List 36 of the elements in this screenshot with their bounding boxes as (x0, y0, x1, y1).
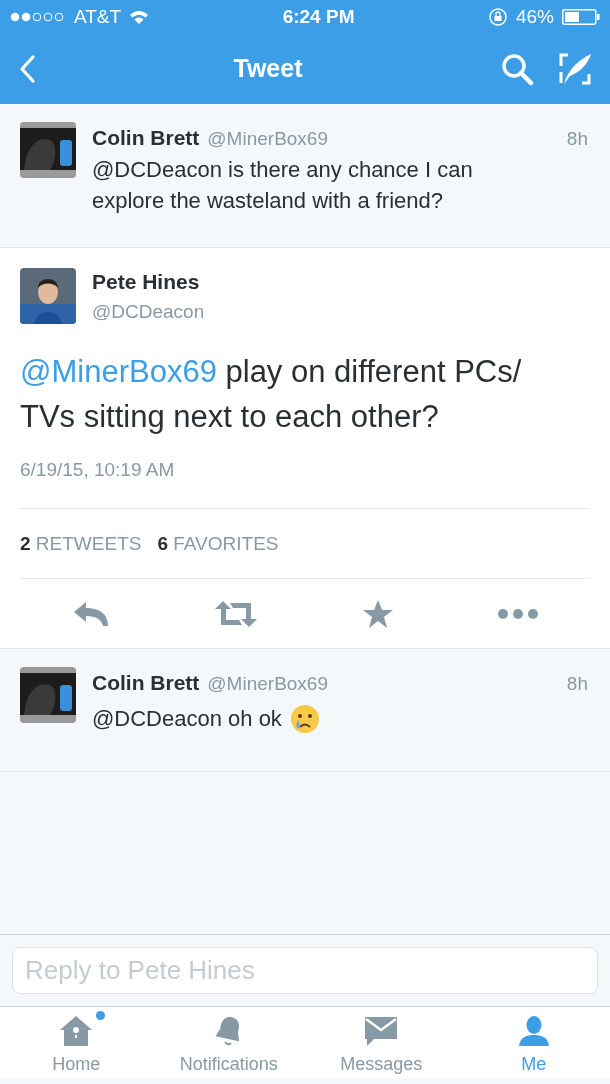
reply-field[interactable]: Reply to Pete Hines (12, 947, 598, 995)
author-handle[interactable]: @MinerBox69 (207, 670, 328, 699)
author-name[interactable]: Pete Hines (92, 266, 205, 298)
person-icon (516, 1015, 551, 1048)
tab-button[interactable]: Me (457, 1007, 610, 1079)
wifi-icon (129, 9, 150, 25)
tweet-time: 8h (566, 672, 588, 697)
author-name[interactable]: Colin Brett (92, 122, 200, 154)
tweet-text: @DCDeacon oh ok (92, 704, 282, 733)
author-handle[interactable]: @MinerBox69 (207, 125, 328, 154)
stat-link[interactable]: 2 RETWEETS (20, 529, 142, 559)
envelope-icon (364, 1015, 399, 1048)
tab-button[interactable]: Home (0, 1007, 153, 1079)
stat-link[interactable]: 6 FAVORITES (157, 529, 279, 559)
tab-button[interactable]: Notifications (152, 1007, 305, 1079)
star-icon[interactable] (361, 598, 394, 629)
home-icon (59, 1015, 94, 1048)
mention-link[interactable]: @MinerBox69 (20, 354, 217, 389)
rotation-lock-icon (487, 7, 508, 27)
battery-percent: 46% (515, 4, 554, 29)
author-handle[interactable]: @DCDeacon (92, 297, 205, 326)
signal-icon (10, 12, 66, 22)
compose-icon[interactable] (558, 52, 592, 86)
back-icon[interactable] (18, 54, 36, 84)
tab-button[interactable]: Messages (305, 1007, 458, 1079)
carrier: AT&T (74, 4, 122, 29)
search-icon[interactable] (500, 52, 534, 86)
author-name[interactable]: Colin Brett (92, 667, 200, 699)
battery-icon (562, 9, 600, 25)
tweet-time: 8h (566, 127, 588, 151)
clock: 6:24 PM (282, 4, 355, 29)
tweet-date: 6/19/15, 10:19 AM (20, 457, 176, 482)
tweet-text: @DCDeacon is there any chance I can explore the wasteland with a friend? (92, 155, 474, 216)
more-icon[interactable] (496, 607, 539, 620)
tweet-text: @MinerBox69 play on different PCs/ TVs sitting next to each other? (20, 353, 523, 436)
screen-title: Tweet (233, 53, 303, 85)
